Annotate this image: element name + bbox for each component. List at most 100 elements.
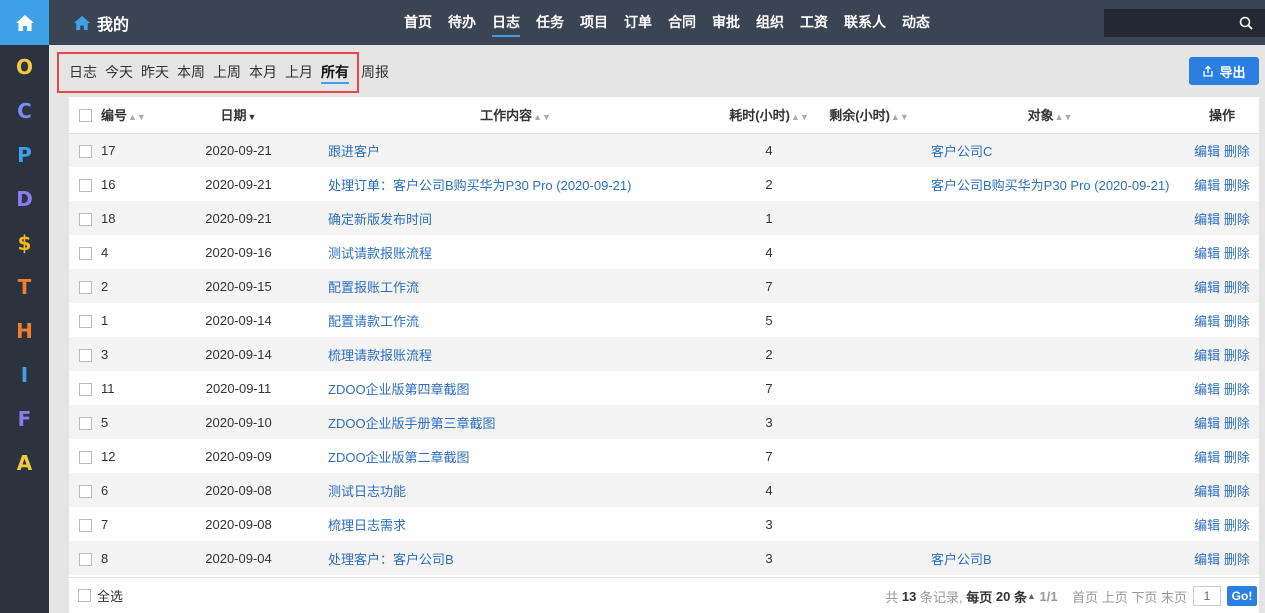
- row-checkbox[interactable]: [78, 348, 92, 362]
- edit-link[interactable]: 编辑: [1194, 552, 1220, 567]
- app-icon-7[interactable]: I: [0, 353, 49, 397]
- edit-link[interactable]: 编辑: [1194, 518, 1220, 533]
- delete-link[interactable]: 删除: [1224, 348, 1250, 363]
- header-content[interactable]: 工作内容▲▼: [316, 97, 715, 134]
- nav-item-3[interactable]: 任务: [528, 0, 572, 45]
- pager-per-page[interactable]: 20: [996, 589, 1010, 604]
- app-icon-2[interactable]: P: [0, 133, 49, 177]
- row-checkbox[interactable]: [78, 144, 92, 158]
- nav-item-8[interactable]: 组织: [748, 0, 792, 45]
- header-cost[interactable]: 耗时(小时)▲▼: [715, 97, 823, 134]
- delete-link[interactable]: 删除: [1224, 246, 1250, 261]
- content-link[interactable]: 确定新版发布时间: [328, 212, 432, 227]
- row-checkbox[interactable]: [78, 246, 92, 260]
- row-checkbox[interactable]: [78, 280, 92, 294]
- content-link[interactable]: 梳理请款报账流程: [328, 348, 432, 363]
- object-link[interactable]: 客户公司B购买华为P30 Pro (2020-09-21): [931, 178, 1169, 193]
- content-link[interactable]: 处理订单：客户公司B购买华为P30 Pro (2020-09-21): [328, 178, 631, 193]
- edit-link[interactable]: 编辑: [1194, 450, 1220, 465]
- header-id[interactable]: 编号▲▼: [101, 97, 161, 134]
- delete-link[interactable]: 删除: [1224, 178, 1250, 193]
- edit-link[interactable]: 编辑: [1194, 246, 1220, 261]
- row-checkbox[interactable]: [78, 416, 92, 430]
- filter-tab-0[interactable]: 日志: [65, 53, 101, 92]
- app-icon-0[interactable]: O: [0, 45, 49, 89]
- nav-item-2[interactable]: 日志: [484, 0, 528, 45]
- filter-tab-7[interactable]: 所有: [317, 53, 353, 92]
- edit-link[interactable]: 编辑: [1194, 178, 1220, 193]
- row-checkbox[interactable]: [78, 212, 92, 226]
- edit-link[interactable]: 编辑: [1194, 484, 1220, 499]
- delete-link[interactable]: 删除: [1224, 450, 1250, 465]
- row-checkbox[interactable]: [78, 552, 92, 566]
- content-link[interactable]: ZDOO企业版第四章截图: [328, 382, 470, 397]
- search-input[interactable]: [1104, 9, 1265, 37]
- nav-item-4[interactable]: 项目: [572, 0, 616, 45]
- delete-link[interactable]: 删除: [1224, 484, 1250, 499]
- header-left[interactable]: 剩余(小时)▲▼: [823, 97, 915, 134]
- search-button[interactable]: [1227, 9, 1265, 37]
- nav-item-9[interactable]: 工资: [792, 0, 836, 45]
- object-link[interactable]: 客户公司B: [931, 552, 992, 567]
- app-icon-1[interactable]: C: [0, 89, 49, 133]
- row-checkbox[interactable]: [78, 178, 92, 192]
- app-icon-5[interactable]: T: [0, 265, 49, 309]
- edit-link[interactable]: 编辑: [1194, 212, 1220, 227]
- home-button[interactable]: [0, 0, 49, 45]
- caret-up-icon[interactable]: ▲: [1027, 591, 1036, 601]
- content-link[interactable]: 测试请款报账流程: [328, 246, 432, 261]
- filter-tab-2[interactable]: 昨天: [137, 53, 173, 92]
- edit-link[interactable]: 编辑: [1194, 416, 1220, 431]
- edit-link[interactable]: 编辑: [1194, 144, 1220, 159]
- content-link[interactable]: ZDOO企业版手册第三章截图: [328, 416, 496, 431]
- nav-item-5[interactable]: 订单: [616, 0, 660, 45]
- app-icon-3[interactable]: D: [0, 177, 49, 221]
- app-icon-9[interactable]: A: [0, 441, 49, 485]
- nav-item-7[interactable]: 审批: [704, 0, 748, 45]
- nav-item-10[interactable]: 联系人: [836, 0, 894, 45]
- header-object[interactable]: 对象▲▼: [915, 97, 1185, 134]
- delete-link[interactable]: 删除: [1224, 212, 1250, 227]
- nav-item-0[interactable]: 首页: [396, 0, 440, 45]
- delete-link[interactable]: 删除: [1224, 518, 1250, 533]
- nav-item-6[interactable]: 合同: [660, 0, 704, 45]
- header-date[interactable]: 日期▼: [161, 97, 316, 134]
- nav-item-11[interactable]: 动态: [894, 0, 938, 45]
- pager-prev[interactable]: 上页: [1102, 587, 1128, 606]
- row-checkbox[interactable]: [78, 382, 92, 396]
- app-icon-4[interactable]: $: [0, 221, 49, 265]
- row-checkbox[interactable]: [78, 450, 92, 464]
- nav-item-1[interactable]: 待办: [440, 0, 484, 45]
- app-icon-8[interactable]: F: [0, 397, 49, 441]
- select-all[interactable]: 全选: [69, 586, 123, 605]
- delete-link[interactable]: 删除: [1224, 416, 1250, 431]
- delete-link[interactable]: 删除: [1224, 280, 1250, 295]
- filter-tab-5[interactable]: 本月: [245, 53, 281, 92]
- go-button[interactable]: Go!: [1227, 586, 1257, 606]
- pager-next[interactable]: 下页: [1131, 587, 1157, 606]
- delete-link[interactable]: 删除: [1224, 314, 1250, 329]
- content-link[interactable]: 测试日志功能: [328, 484, 406, 499]
- edit-link[interactable]: 编辑: [1194, 382, 1220, 397]
- content-link[interactable]: ZDOO企业版第二章截图: [328, 450, 470, 465]
- select-all-checkbox[interactable]: [78, 589, 91, 602]
- delete-link[interactable]: 删除: [1224, 552, 1250, 567]
- object-link[interactable]: 客户公司C: [931, 144, 992, 159]
- select-all-checkbox-header[interactable]: [78, 109, 92, 123]
- content-link[interactable]: 梳理日志需求: [328, 518, 406, 533]
- content-link[interactable]: 配置报账工作流: [328, 280, 419, 295]
- filter-tab-4[interactable]: 上周: [209, 53, 245, 92]
- filter-tab-6[interactable]: 上月: [281, 53, 317, 92]
- filter-tab-1[interactable]: 今天: [101, 53, 137, 92]
- edit-link[interactable]: 编辑: [1194, 280, 1220, 295]
- app-icon-6[interactable]: H: [0, 309, 49, 353]
- content-link[interactable]: 跟进客户: [328, 144, 380, 159]
- page-number-input[interactable]: 1: [1193, 586, 1221, 606]
- delete-link[interactable]: 删除: [1224, 144, 1250, 159]
- module-title[interactable]: 我的: [73, 0, 129, 45]
- tab-weekly-report[interactable]: 周报: [359, 53, 393, 92]
- export-button[interactable]: 导出: [1189, 57, 1259, 85]
- row-checkbox[interactable]: [78, 484, 92, 498]
- row-checkbox[interactable]: [78, 314, 92, 328]
- delete-link[interactable]: 删除: [1224, 382, 1250, 397]
